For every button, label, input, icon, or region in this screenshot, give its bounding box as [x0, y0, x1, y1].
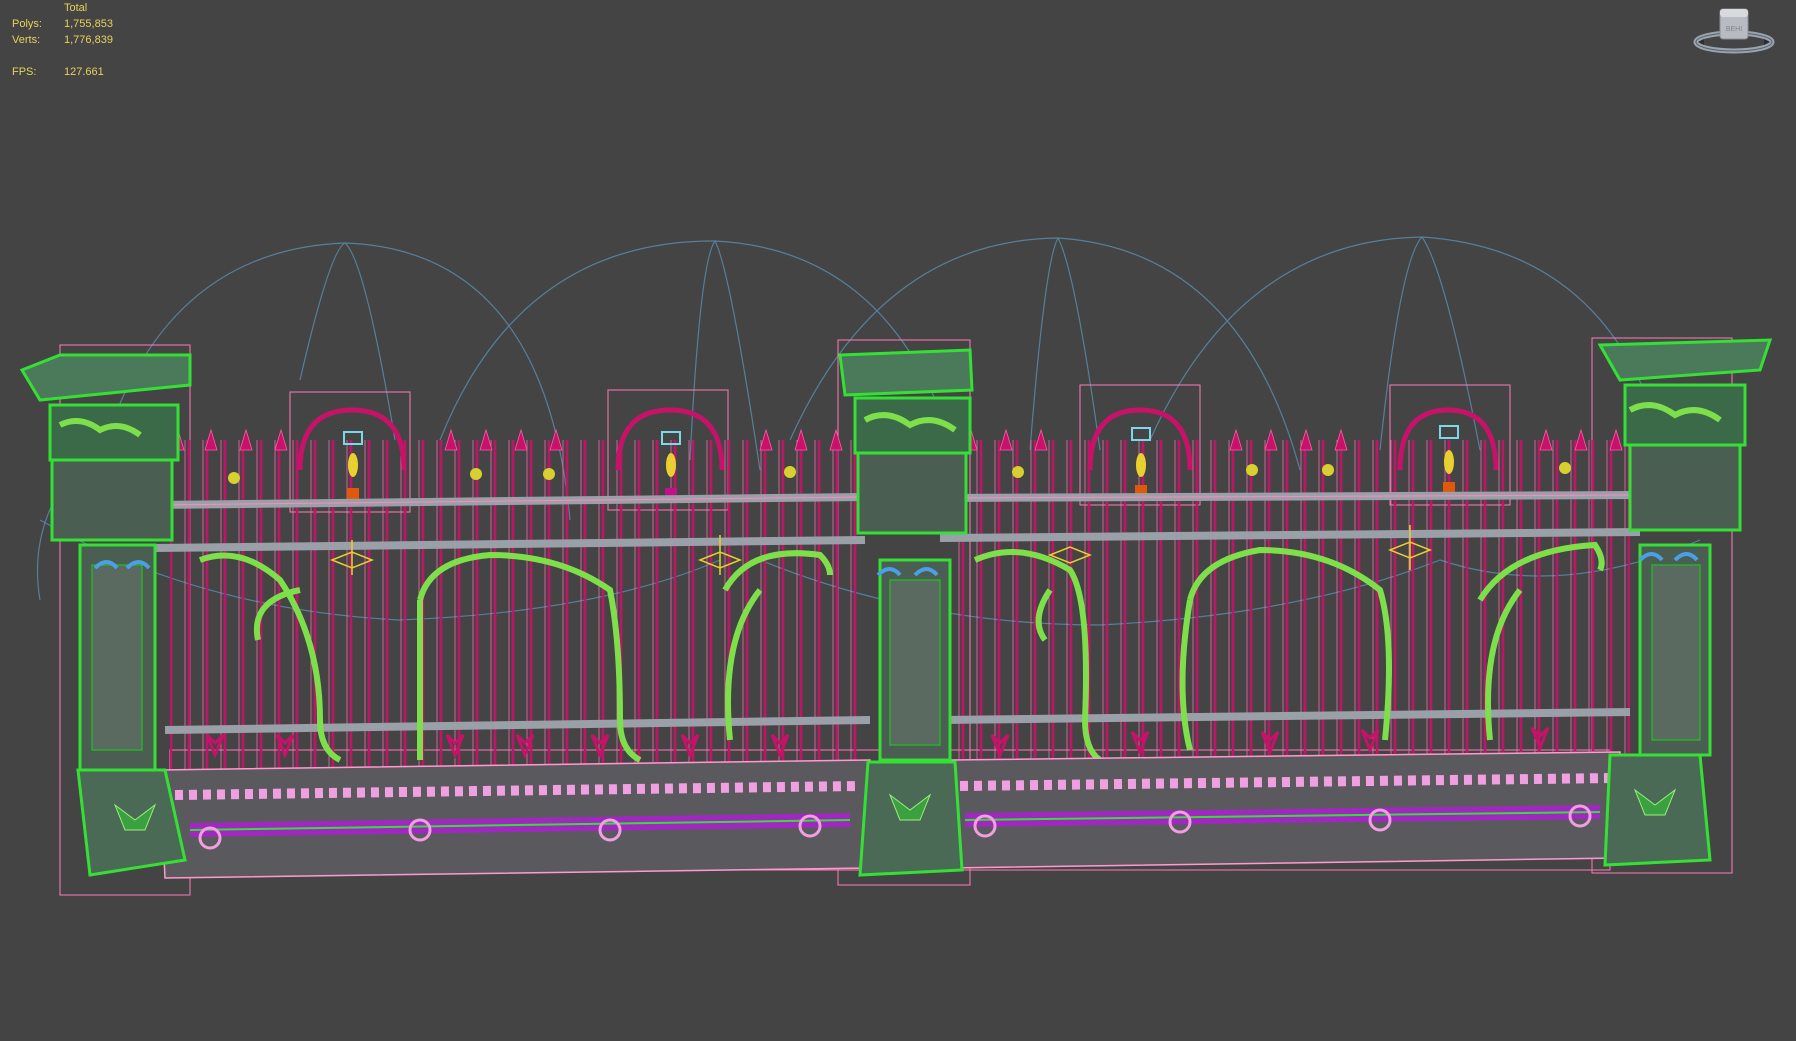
pillar-left — [19, 353, 192, 877]
viewport-scene[interactable] — [0, 0, 1796, 1041]
